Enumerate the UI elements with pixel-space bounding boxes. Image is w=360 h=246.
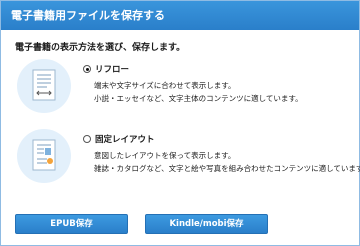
option-label-reflow: リフロー — [95, 65, 130, 75]
option-reflow[interactable]: リフロー 端末や文字サイズに合わせて表示します。 小説・エッセイなど、文字主体の… — [17, 59, 347, 115]
dialog-title: 電子書籍用ファイルを保存する — [1, 1, 359, 30]
reflow-radio[interactable]: リフロー — [83, 63, 129, 75]
reflow-document-icon — [17, 59, 71, 113]
description-line: 雑誌・カタログなど、文字と絵や写真を組み合わせたコンテンツに適しています。 — [94, 164, 360, 173]
radio-button-unchecked[interactable] — [83, 135, 91, 143]
epub-save-button[interactable]: EPUB保存 — [15, 214, 128, 234]
save-ebook-dialog: 電子書籍用ファイルを保存する 電子書籍の表示方法を選び、保存します。 リフロー … — [0, 0, 360, 246]
description-line: 端末や文字サイズに合わせて表示します。 — [94, 81, 236, 90]
description-line: 意図したレイアウトを保って表示します。 — [94, 151, 236, 160]
option-label-fixed-layout: 固定レイアウト — [95, 135, 155, 145]
kindle-mobi-save-button[interactable]: Kindle/mobi保存 — [145, 214, 268, 234]
instruction-text: 電子書籍の表示方法を選び、保存します。 — [15, 43, 186, 53]
option-fixed-layout[interactable]: 固定レイアウト 意図したレイアウトを保って表示します。 雑誌・カタログなど、文字… — [17, 129, 360, 185]
fixed-layout-document-icon — [17, 129, 71, 183]
option-description-reflow: 端末や文字サイズに合わせて表示します。 小説・エッセイなど、文字主体のコンテンツ… — [94, 79, 303, 105]
option-description-fixed-layout: 意図したレイアウトを保って表示します。 雑誌・カタログなど、文字と絵や写真を組み… — [94, 149, 360, 175]
radio-button-checked[interactable] — [83, 65, 91, 73]
fixed-layout-radio[interactable]: 固定レイアウト — [83, 133, 155, 145]
description-line: 小説・エッセイなど、文字主体のコンテンツに適しています。 — [94, 94, 303, 103]
